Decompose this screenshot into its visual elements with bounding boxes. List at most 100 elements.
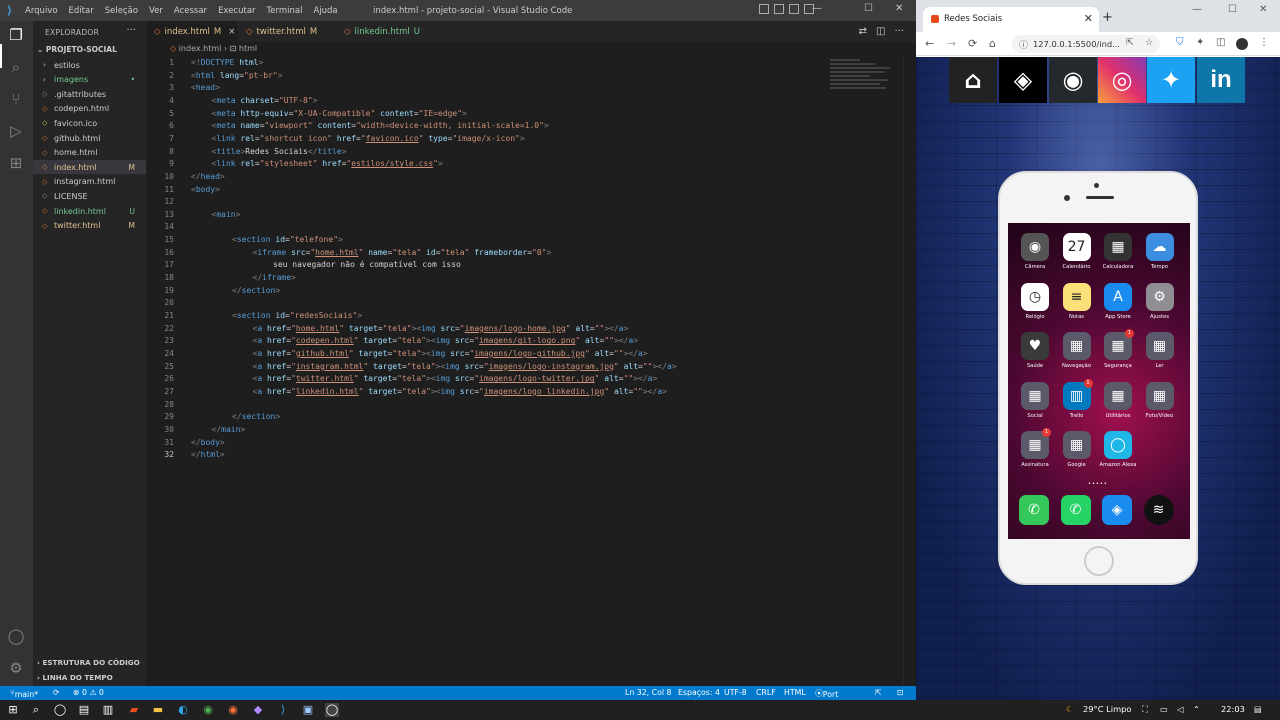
tree-item[interactable]: ◇ index.html M <box>33 160 146 175</box>
office-icon[interactable]: ▰ <box>127 703 141 717</box>
sidepanel-icon[interactable]: ◫ <box>1216 37 1225 48</box>
extensions-icon[interactable]: ⊞ <box>7 154 25 172</box>
eol-status[interactable]: CRLF <box>756 688 776 697</box>
github-icon[interactable]: ◉ <box>1049 57 1097 103</box>
feedback-icon[interactable]: ⇱ <box>875 688 882 697</box>
tree-item[interactable]: › estilos <box>33 58 146 72</box>
menu-item-0[interactable]: Arquivo <box>25 6 58 16</box>
tree-item[interactable]: ◇ favicon.ico <box>33 116 146 130</box>
app-icon-tile[interactable]: 27 Calendário <box>1057 233 1097 270</box>
site-info-icon[interactable]: ⓘ <box>1019 38 1028 51</box>
app-icon-tile[interactable]: ♥ Saúde <box>1015 332 1055 369</box>
people-icon[interactable]: ⛶ <box>1142 704 1148 715</box>
browser-menu-icon[interactable]: ⋮ <box>1259 37 1269 48</box>
menu-item-5[interactable]: Executar <box>218 6 255 16</box>
share-icon[interactable]: ⇱ <box>1126 38 1134 48</box>
spotify-icon[interactable]: ≋ <box>1139 495 1179 525</box>
close-tab-icon[interactable]: × <box>228 27 235 37</box>
close-icon[interactable]: ✕ <box>895 3 903 14</box>
breadcrumb-node[interactable]: html <box>239 44 257 53</box>
app-icon-tile[interactable]: ▦ Calculadora <box>1098 233 1138 270</box>
toggle-panel-icon[interactable] <box>774 4 784 14</box>
encoding-status[interactable]: UTF-8 <box>724 688 747 697</box>
manage-gear-icon[interactable]: ⚙ <box>7 659 25 677</box>
phone-screen-iframe[interactable]: ◉ Câmera 27 Calendário ▦ Calculadora ☁ Tempo ◷ Re… <box>1008 223 1190 539</box>
close-tab-icon[interactable]: ✕ <box>1084 12 1093 25</box>
chrome-active-icon[interactable]: ◯ <box>325 703 339 717</box>
menu-item-7[interactable]: Ajuda <box>313 6 337 16</box>
cortana-icon[interactable]: ◯ <box>53 703 67 717</box>
app-icon-tile[interactable]: ◯ Amazon Alexa <box>1098 431 1138 468</box>
menu-item-6[interactable]: Terminal <box>267 6 303 16</box>
more-actions-icon[interactable]: ··· <box>126 25 136 36</box>
app-icon-tile[interactable]: ▦ Google <box>1057 431 1097 468</box>
app-icon-tile[interactable]: A App Store <box>1098 282 1138 320</box>
twitter-icon[interactable]: ✦ <box>1147 57 1195 103</box>
browser-minimize-icon[interactable]: — <box>1192 4 1202 15</box>
menu-item-1[interactable]: Editar <box>69 6 94 16</box>
extensions-puzzle-icon[interactable]: ✦ <box>1196 37 1204 48</box>
taskbar-search-icon[interactable]: ⌕ <box>29 703 43 717</box>
extension-shield-icon[interactable]: ⛉ <box>1176 37 1184 48</box>
editor-tab[interactable]: ◇ linkedin.html U <box>336 21 424 42</box>
code-editor[interactable]: 1 <!DOCTYPE html> 2 <html lang="pt-br"> 3 <he… <box>146 57 836 685</box>
app-icon-tile[interactable]: ▦ Ler <box>1140 332 1180 369</box>
whatsapp-icon[interactable]: ✆ <box>1056 495 1096 525</box>
problems-status[interactable]: ⊗ 0 ⚠ 0 <box>73 688 104 697</box>
toggle-secondary-sidebar-icon[interactable] <box>789 4 799 14</box>
back-icon[interactable]: ← <box>925 37 934 50</box>
menu-item-4[interactable]: Acessar <box>174 6 207 16</box>
compare-changes-icon[interactable]: ⇄ <box>859 26 867 37</box>
layout-controls[interactable] <box>759 4 814 14</box>
minimap[interactable] <box>830 57 900 102</box>
app-icon-tile[interactable]: ◷ Relógio <box>1015 282 1055 320</box>
file-explorer-icon[interactable]: ▬ <box>151 703 165 717</box>
app-icon-tile[interactable]: ▦ Segurança 1 <box>1098 329 1138 369</box>
forward-icon[interactable]: → <box>947 37 956 50</box>
home-icon[interactable]: ⌂ <box>989 37 996 50</box>
instagram-icon[interactable]: ◎ <box>1098 57 1146 103</box>
app-icon-tile[interactable]: ▦ Assinatura 1 <box>1015 428 1055 468</box>
browser-close-icon[interactable]: ✕ <box>1259 4 1267 15</box>
home-icon[interactable]: ⌂ <box>949 57 997 103</box>
menu-item-2[interactable]: Seleção <box>105 6 138 16</box>
breadcrumb-file[interactable]: index.html <box>179 44 222 53</box>
new-tab-icon[interactable]: + <box>1102 10 1113 25</box>
linkedin-icon[interactable]: in <box>1197 57 1245 103</box>
safari-icon[interactable]: ◈ <box>1097 495 1137 525</box>
firefox-icon[interactable]: ◉ <box>226 703 240 717</box>
bookmark-star-icon[interactable]: ☆ <box>1145 38 1153 48</box>
tree-item[interactable]: ◇ codepen.html <box>33 102 146 116</box>
address-bar[interactable]: ⓘ 127.0.0.1:5500/ind... ⇱ ☆ <box>1012 35 1160 53</box>
run-debug-icon[interactable]: ▷ <box>7 122 25 140</box>
notification-center-icon[interactable]: ▤ <box>1254 704 1262 714</box>
editor-scrollbar[interactable] <box>903 57 916 685</box>
profile-avatar[interactable] <box>1236 38 1248 50</box>
tree-item[interactable]: ◇ instagram.html <box>33 175 146 189</box>
start-windows-icon[interactable]: ⊞ <box>6 703 20 717</box>
app-icon-tile[interactable]: ☁ Tempo <box>1140 233 1180 270</box>
volume-icon[interactable]: ◁ <box>1177 704 1183 714</box>
app-icon-tile[interactable]: ▥ Trello 1 <box>1057 378 1097 419</box>
tree-item[interactable]: › imagens • <box>33 73 146 87</box>
app-icon-tile[interactable]: ▦ Social <box>1015 381 1055 419</box>
language-status[interactable]: HTML <box>784 688 806 697</box>
editor-tab[interactable]: ◇ twitter.html M <box>238 21 336 42</box>
pycharm-icon[interactable]: ▣ <box>301 703 315 717</box>
branch-status[interactable]: ⑂ main* <box>10 688 38 699</box>
explorer-icon[interactable]: ❐ <box>7 26 25 44</box>
tray-arrow-icon[interactable]: ⌃ <box>1193 704 1200 714</box>
phone-icon[interactable]: ✆ <box>1014 495 1054 525</box>
menu-item-3[interactable]: Ver <box>149 6 163 16</box>
tree-item[interactable]: ◇ github.html <box>33 131 146 145</box>
network-icon[interactable]: ▭ <box>1160 704 1168 714</box>
reload-icon[interactable]: ⟳ <box>968 37 977 50</box>
indentation-status[interactable]: Espaços: 4 <box>678 688 720 697</box>
vscode-taskbar-icon[interactable]: ⟩ <box>276 703 290 717</box>
browser-tab[interactable]: Redes Sociais ✕ <box>923 7 1099 32</box>
app-icon-tile[interactable]: ⚙ Ajustes <box>1140 282 1180 320</box>
toggle-sidebar-icon[interactable] <box>759 4 769 14</box>
maximize-icon[interactable]: ☐ <box>864 3 873 14</box>
account-icon[interactable]: ◯ <box>7 627 25 645</box>
app-icon-tile[interactable]: ▦ Utilitários <box>1098 381 1138 419</box>
